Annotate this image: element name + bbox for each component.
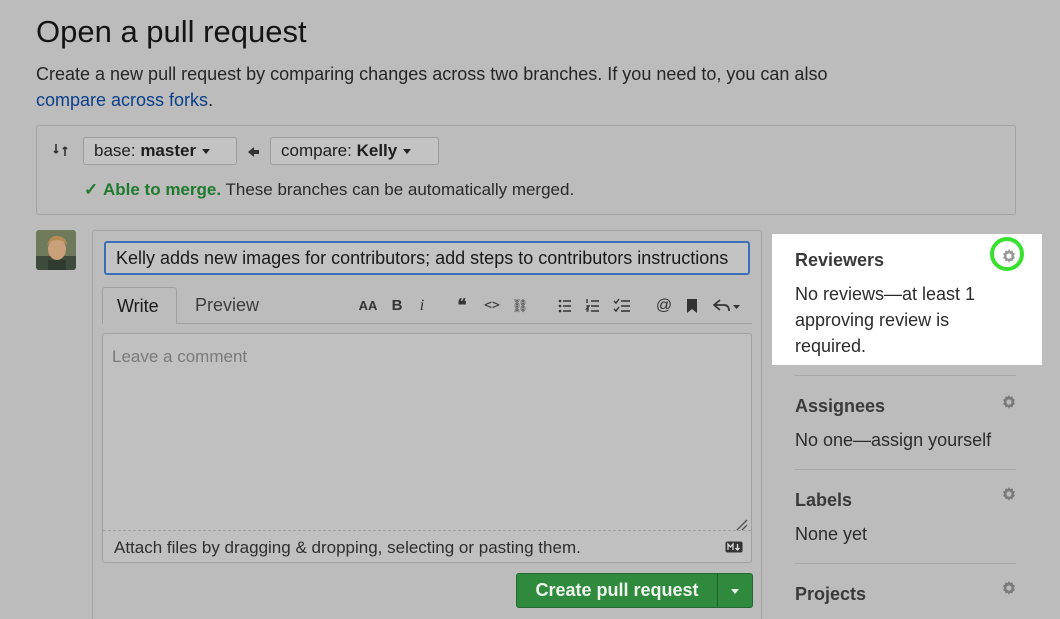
tab-preview[interactable]: Preview bbox=[181, 287, 273, 323]
chevron-down-icon bbox=[731, 589, 739, 594]
compare-branch-select[interactable]: compare: Kelly bbox=[270, 137, 439, 165]
check-icon: ✓ bbox=[84, 180, 99, 199]
merge-status: ✓ Able to merge. These branches can be a… bbox=[84, 180, 574, 200]
task-list-icon[interactable] bbox=[613, 298, 631, 314]
arrow-left-icon bbox=[248, 147, 259, 157]
compare-branch-prefix: compare: bbox=[281, 141, 357, 160]
sidebar-divider bbox=[795, 375, 1016, 376]
base-branch-select[interactable]: base: master bbox=[83, 137, 237, 165]
reviewers-status: No reviews—at least 1 approving review i… bbox=[795, 284, 976, 356]
chevron-down-icon bbox=[403, 149, 412, 155]
comment-textarea[interactable] bbox=[103, 334, 751, 530]
compare-arrows-icon bbox=[53, 144, 68, 156]
attach-files-hint[interactable]: Attach files by dragging & dropping, sel… bbox=[114, 538, 581, 558]
base-branch-value: master bbox=[140, 141, 197, 160]
sidebar-divider bbox=[795, 563, 1016, 564]
code-icon[interactable]: <> bbox=[482, 296, 502, 316]
subtitle-end: . bbox=[208, 90, 214, 110]
reviewers-heading: Reviewers bbox=[795, 250, 885, 270]
assignees-heading: Assignees bbox=[795, 396, 886, 416]
labels-status: None yet bbox=[795, 524, 868, 544]
merge-status-label: Able to merge. bbox=[102, 180, 222, 199]
resize-handle-icon[interactable] bbox=[734, 517, 748, 531]
mention-icon[interactable]: @ bbox=[654, 296, 674, 316]
attach-divider bbox=[103, 530, 751, 531]
tab-write[interactable]: Write bbox=[102, 287, 177, 324]
tabs-divider bbox=[102, 323, 752, 324]
quote-icon[interactable]: ❝ bbox=[452, 296, 472, 316]
assignees-gear-icon[interactable] bbox=[1001, 394, 1017, 410]
page-subtitle: Create a new pull request by comparing c… bbox=[36, 61, 936, 113]
page-title: Open a pull request bbox=[36, 14, 307, 49]
merge-status-message: These branches can be automatically merg… bbox=[221, 180, 575, 199]
sidebar-divider bbox=[795, 469, 1016, 470]
user-avatar[interactable] bbox=[36, 230, 76, 270]
projects-heading: Projects bbox=[795, 584, 867, 604]
compare-across-forks-link[interactable]: compare across forks bbox=[36, 90, 208, 110]
link-icon[interactable]: ⛓ bbox=[510, 296, 530, 316]
assignees-status[interactable]: No one—assign yourself bbox=[795, 427, 991, 453]
bold-icon[interactable]: B bbox=[387, 296, 407, 316]
compare-branch-value: Kelly bbox=[356, 141, 398, 160]
labels-heading: Labels bbox=[795, 490, 853, 510]
comment-box bbox=[102, 333, 752, 563]
italic-icon[interactable]: i bbox=[412, 296, 432, 316]
bookmark-icon[interactable] bbox=[686, 298, 698, 314]
labels-gear-icon[interactable] bbox=[1001, 486, 1017, 502]
highlight-ring bbox=[990, 237, 1024, 271]
pr-title-input[interactable] bbox=[104, 241, 750, 275]
markdown-icon[interactable] bbox=[725, 541, 743, 553]
bulleted-list-icon[interactable] bbox=[557, 298, 573, 314]
base-branch-prefix: base: bbox=[94, 141, 141, 160]
subtitle-text: Create a new pull request by comparing c… bbox=[36, 64, 828, 84]
numbered-list-icon[interactable] bbox=[585, 298, 601, 314]
projects-gear-icon[interactable] bbox=[1001, 580, 1017, 596]
create-pull-request-button[interactable]: Create pull request bbox=[516, 573, 718, 608]
heading-icon[interactable]: AA bbox=[358, 296, 378, 316]
reply-icon[interactable] bbox=[713, 298, 741, 314]
create-options-dropdown[interactable] bbox=[717, 573, 753, 608]
chevron-down-icon bbox=[202, 149, 211, 155]
